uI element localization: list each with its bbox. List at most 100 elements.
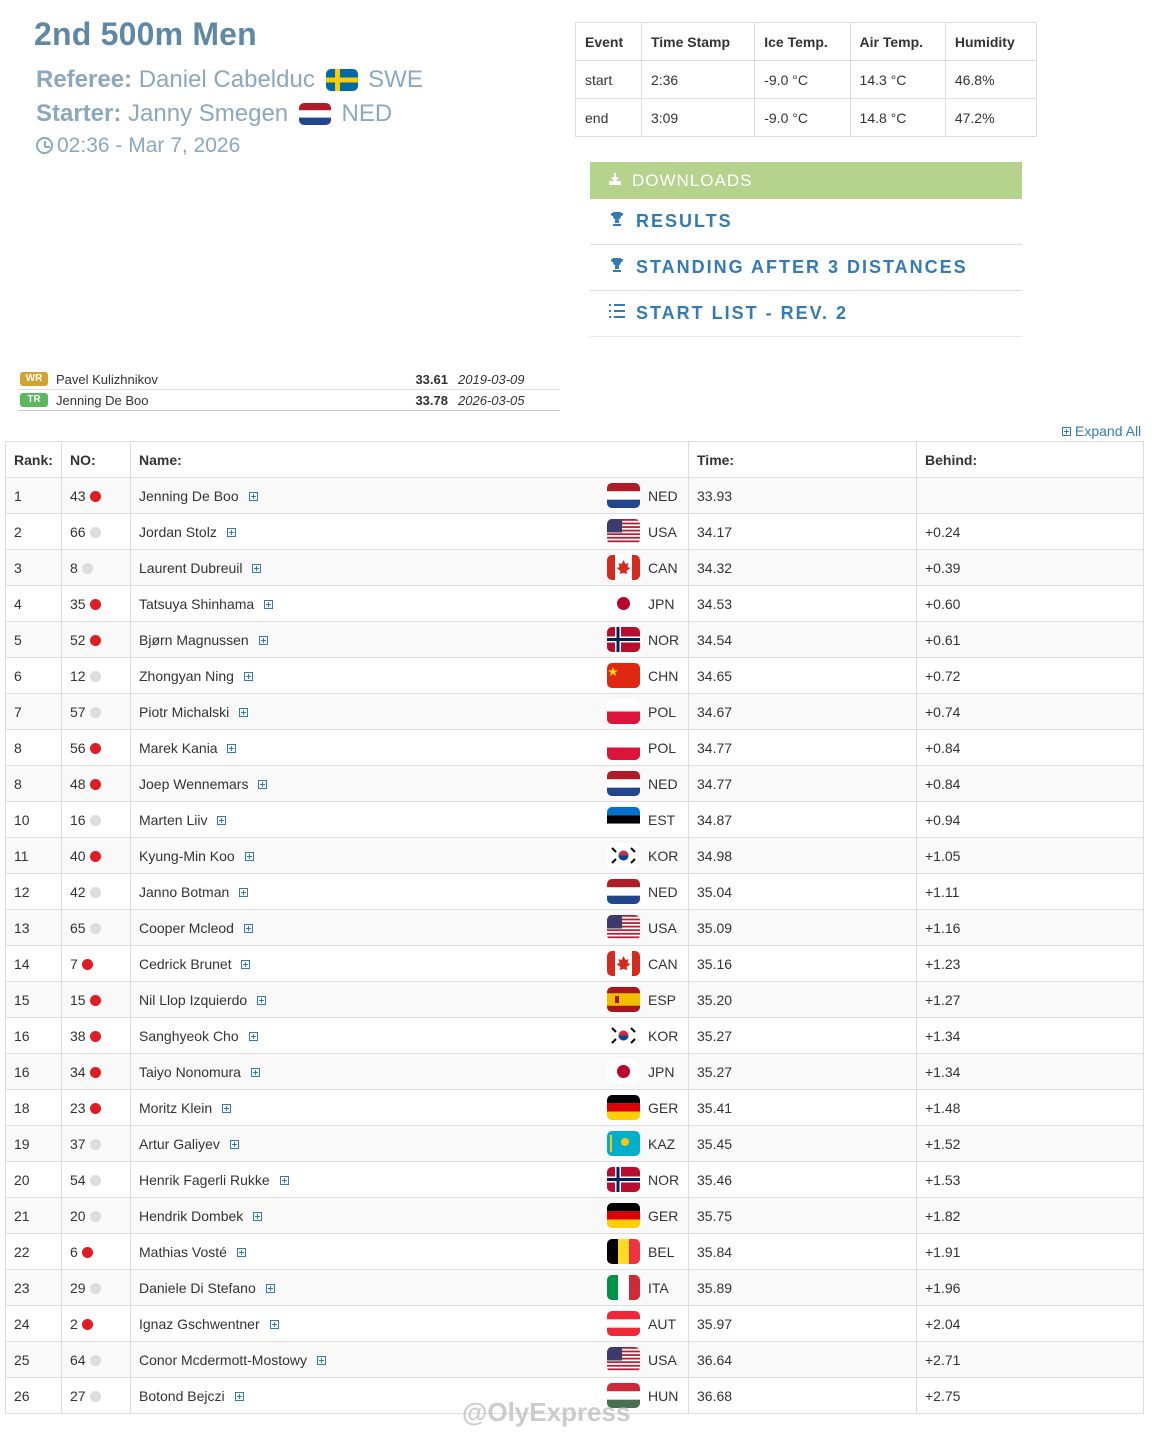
country-code: KOR [648,847,679,864]
bib-number: 57 [70,703,86,720]
results-link[interactable]: RESULTS [590,199,1022,245]
expand-row-icon[interactable] [253,1211,263,1221]
expand-row-icon[interactable] [234,1391,244,1401]
expand-row-icon[interactable] [236,1247,246,1257]
country-code: GER [648,1207,679,1224]
results-row: 14 7 Cedrick Brunet CAN 35.16 +1.23 [5,945,1144,982]
results-row: 1 43 Jenning De Boo NED 33.93 [5,477,1144,514]
bib-number: 6 [70,1243,78,1260]
expand-row-icon[interactable] [243,671,253,681]
bib-number: 34 [70,1063,86,1080]
expand-row-icon[interactable] [279,1175,289,1185]
standing-link[interactable]: STANDING AFTER 3 DISTANCES [590,245,1022,291]
behind-cell: +0.74 [916,693,1144,730]
flag-swe-icon [325,68,358,91]
athlete-name: Cedrick Brunet [139,955,232,972]
behind-cell: +1.52 [916,1125,1144,1162]
expand-row-icon[interactable] [252,563,262,573]
expand-row-icon[interactable] [248,491,258,501]
country-cell: NOR [607,627,679,652]
flag-est-icon [607,807,640,832]
expand-row-icon[interactable] [316,1355,326,1365]
expand-row-icon[interactable] [269,1319,279,1329]
time-cell: 34.53 [688,585,917,622]
country-code: NED [648,883,678,900]
flag-ned-icon [607,771,640,796]
country-cell: GER [607,1095,678,1120]
behind-cell: +1.48 [916,1089,1144,1126]
conditions-cell: end [575,98,642,137]
country-cell: CAN [607,555,678,580]
results-row: 11 40 Kyung-Min Koo KOR 34.98 +1.05 [5,837,1144,874]
expand-row-icon[interactable] [257,995,267,1005]
starter-country: NED [341,100,393,127]
bib-number: 23 [70,1099,86,1116]
red-dot-icon [89,598,101,610]
start-list-link[interactable]: START LIST - REV. 2 [590,291,1022,337]
flag-ned-icon [607,483,640,508]
expand-row-icon[interactable] [258,635,268,645]
bib-cell: 37 [61,1125,131,1162]
behind-cell: +0.94 [916,801,1144,838]
country-code: EST [648,811,676,828]
time-cell: 35.16 [688,945,917,982]
expand-row-icon[interactable] [227,743,237,753]
bib-cell: 8 [61,549,131,586]
results-row: 19 37 Artur Galiyev KAZ 35.45 +1.52 [5,1125,1144,1162]
conditions-header-event: Event [575,22,642,61]
country-code: KAZ [648,1135,676,1152]
plus-square-icon [1062,426,1071,436]
results-row: 12 42 Janno Botman NED 35.04 +1.11 [5,873,1144,910]
rank-cell: 25 [5,1341,62,1378]
expand-all-button[interactable]: Expand All [1062,423,1141,439]
expand-row-icon[interactable] [265,1283,275,1293]
name-cell: Joep Wennemars NED [130,765,689,802]
gray-dot-icon [89,1282,101,1294]
rank-cell: 8 [5,729,62,766]
red-dot-icon [89,1066,101,1078]
expand-row-icon[interactable] [264,599,274,609]
country-cell: AUT [607,1311,676,1336]
country-cell: EST [607,807,675,832]
athlete-name: Nil Llop Izquierdo [139,991,248,1008]
flag-nor-icon [607,1167,640,1192]
expand-row-icon[interactable] [229,1139,239,1149]
time-cell: 33.93 [688,477,917,514]
flag-ger-icon [607,1095,640,1120]
name-cell: Bjørn Magnussen NOR [130,621,689,658]
country-cell: JPN [607,591,674,616]
expand-row-icon[interactable] [244,851,254,861]
rank-cell: 19 [5,1125,62,1162]
downloads-header[interactable]: DOWNLOADS [590,162,1022,199]
bib-cell: 65 [61,909,131,946]
time-cell: 35.27 [688,1053,917,1090]
name-cell: Henrik Fagerli Rukke NOR [130,1161,689,1198]
name-cell: Kyung-Min Koo KOR [130,837,689,874]
expand-row-icon[interactable] [217,815,227,825]
referee-line: Referee: Daniel Cabelduc SWE [36,66,423,94]
rank-cell: 7 [5,693,62,730]
expand-row-icon[interactable] [241,959,251,969]
name-cell: Artur Galiyev KAZ [130,1125,689,1162]
bib-cell: 48 [61,765,131,802]
page-title: 2nd 500m Men [34,16,257,52]
expand-row-icon[interactable] [239,887,249,897]
bib-cell: 29 [61,1269,131,1306]
expand-row-icon[interactable] [239,707,249,717]
name-cell: Marek Kania POL [130,729,689,766]
bib-number: 35 [70,595,86,612]
expand-row-icon[interactable] [243,923,253,933]
behind-cell: +1.82 [916,1197,1144,1234]
expand-row-icon[interactable] [258,779,268,789]
time-cell: 35.46 [688,1161,917,1198]
bib-number: 40 [70,847,86,864]
expand-row-icon[interactable] [222,1103,232,1113]
behind-cell: +1.05 [916,837,1144,874]
bib-cell: 35 [61,585,131,622]
name-cell: Marten Liiv EST [130,801,689,838]
expand-row-icon[interactable] [248,1031,258,1041]
expand-row-icon[interactable] [250,1067,260,1077]
time-cell: 35.09 [688,909,917,946]
expand-row-icon[interactable] [226,527,236,537]
flag-nor-icon [607,627,640,652]
